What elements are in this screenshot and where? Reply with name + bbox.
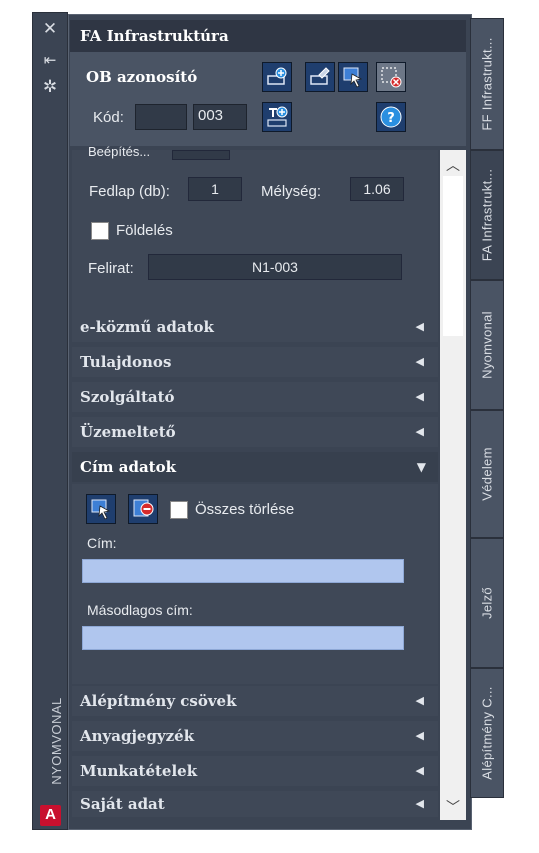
accordion-label: e-közmű adatok <box>80 318 214 336</box>
osszes-torlese-checkbox[interactable] <box>170 501 188 519</box>
accordion-label: Saját adat <box>80 795 165 813</box>
select-address-button[interactable] <box>86 494 116 524</box>
accordion-label: Szolgáltató <box>80 388 175 406</box>
kod-label: Kód: <box>93 109 124 126</box>
tab-nyomvonal[interactable]: Nyomvonal <box>470 280 504 410</box>
accordion-anyagjegyzek[interactable]: Anyagjegyzék ◀ <box>72 721 438 751</box>
tab-alepitmeny-c[interactable]: Alépítmény C... <box>470 668 504 798</box>
pin-icon[interactable]: ⇤ <box>33 51 67 69</box>
accordion-label: Üzemeltető <box>80 423 176 441</box>
help-button[interactable]: ? <box>376 102 406 132</box>
tab-fa-infrastruktura[interactable]: FA Infrastrukt... <box>470 150 504 280</box>
object-details-section: Beépítés... Fedlap (db): 1 Mélység: 1.06… <box>72 144 438 314</box>
select-object-button[interactable] <box>338 62 368 92</box>
masodlagos-cim-label: Másodlagos cím: <box>87 602 193 618</box>
panel-title: FA Infrastruktúra <box>70 20 466 52</box>
code-generator-icon <box>267 106 288 127</box>
help-icon: ? <box>380 106 402 128</box>
expand-arrow-icon: ▼ <box>416 460 426 474</box>
foldeles-label: Földelés <box>116 222 173 239</box>
foldeles-checkbox[interactable] <box>91 222 109 240</box>
accordion-cim-adatok[interactable]: Cím adatok ▼ <box>72 452 438 482</box>
fedlap-label: Fedlap (db): <box>89 183 170 200</box>
settings-icon[interactable]: ✲ <box>33 77 67 97</box>
scroll-down-icon[interactable]: ﹀ <box>440 794 466 820</box>
tab-ff-infrastruktura[interactable]: FF Infrastrukt... <box>470 18 504 150</box>
tab-label: FA Infrastrukt... <box>479 168 495 262</box>
felirat-input[interactable]: N1-003 <box>148 254 402 280</box>
new-object-button[interactable] <box>262 62 292 92</box>
tab-vedelem[interactable]: Védelem <box>470 410 504 538</box>
svg-text:?: ? <box>387 111 395 126</box>
accordion-uzemelteto[interactable]: Üzemeltető ◀ <box>72 417 438 447</box>
kod-number-input[interactable]: 003 <box>193 104 247 130</box>
accordion-label: Anyagjegyzék <box>80 727 195 745</box>
tab-label: FF Infrastrukt... <box>479 37 495 131</box>
accordion-label: Tulajdonos <box>80 353 172 371</box>
fedlap-input[interactable]: 1 <box>188 177 242 201</box>
autocad-logo-icon: A <box>40 805 61 826</box>
accordion-label: Cím adatok <box>80 458 176 476</box>
accordion-munkatetelek[interactable]: Munkatételek ◀ <box>72 756 438 786</box>
ob-title: OB azonosító <box>86 68 198 86</box>
accordion-e-kozmu-adatok[interactable]: e-közmű adatok ◀ <box>72 312 438 342</box>
palette-vertical-title: NYOMVONAL <box>49 697 64 785</box>
collapse-arrow-icon: ◀ <box>415 797 424 810</box>
scrollbar-thumb[interactable] <box>443 176 463 336</box>
delete-selection-icon <box>381 67 402 88</box>
left-toolbar-strip: ✕ ⇤ ✲ NYOMVONAL A <box>32 12 68 830</box>
partial-hidden-field[interactable] <box>172 150 230 160</box>
collapse-arrow-icon: ◀ <box>415 729 424 742</box>
osszes-torlese-label: Összes törlése <box>195 501 295 518</box>
melyseg-input[interactable]: 1.06 <box>350 177 404 201</box>
accordion-sajat-adat[interactable]: Saját adat ◀ <box>72 791 438 817</box>
accordion-alepitmeny-csovek[interactable]: Alépítmény csövek ◀ <box>72 686 438 716</box>
accordion-szolgaltato[interactable]: Szolgáltató ◀ <box>72 382 438 412</box>
collapse-arrow-icon: ◀ <box>415 355 424 368</box>
remove-address-button[interactable] <box>128 494 158 524</box>
cim-adatok-body: Összes törlése Cím: Másodlagos cím: <box>72 484 438 684</box>
melyseg-label: Mélység: <box>261 183 322 200</box>
felirat-label: Felirat: <box>88 260 134 277</box>
remove-list-icon <box>133 499 154 517</box>
tab-label: Alépítmény C... <box>479 686 495 780</box>
close-icon[interactable]: ✕ <box>33 19 67 39</box>
tab-label: Védelem <box>479 447 495 501</box>
collapse-arrow-icon: ◀ <box>415 694 424 707</box>
accordion-label: Munkatételek <box>80 762 198 780</box>
masodlagos-cim-input[interactable] <box>82 626 404 650</box>
add-layer-icon <box>267 67 287 85</box>
generate-code-button[interactable] <box>262 102 292 132</box>
collapse-arrow-icon: ◀ <box>415 320 424 333</box>
select-cursor-icon <box>343 67 363 88</box>
collapse-arrow-icon: ◀ <box>415 764 424 777</box>
tab-label: Jelző <box>479 587 495 619</box>
delete-object-button[interactable] <box>376 62 406 92</box>
accordion-label: Alépítmény csövek <box>80 692 237 710</box>
collapse-arrow-icon: ◀ <box>415 390 424 403</box>
tab-label: Nyomvonal <box>479 311 495 379</box>
edit-object-button[interactable] <box>305 62 335 92</box>
cim-input[interactable] <box>82 559 404 583</box>
select-cursor-icon <box>91 499 111 520</box>
tab-jelzo[interactable]: Jelző <box>470 538 504 668</box>
collapse-arrow-icon: ◀ <box>415 425 424 438</box>
scroll-up-icon[interactable]: ︿ <box>440 152 466 178</box>
partial-hidden-label: Beépítés... <box>88 144 151 159</box>
cim-label: Cím: <box>87 535 117 551</box>
edit-layer-icon <box>310 67 330 85</box>
kod-prefix-input[interactable] <box>135 104 187 130</box>
accordion-tulajdonos[interactable]: Tulajdonos ◀ <box>72 347 438 377</box>
